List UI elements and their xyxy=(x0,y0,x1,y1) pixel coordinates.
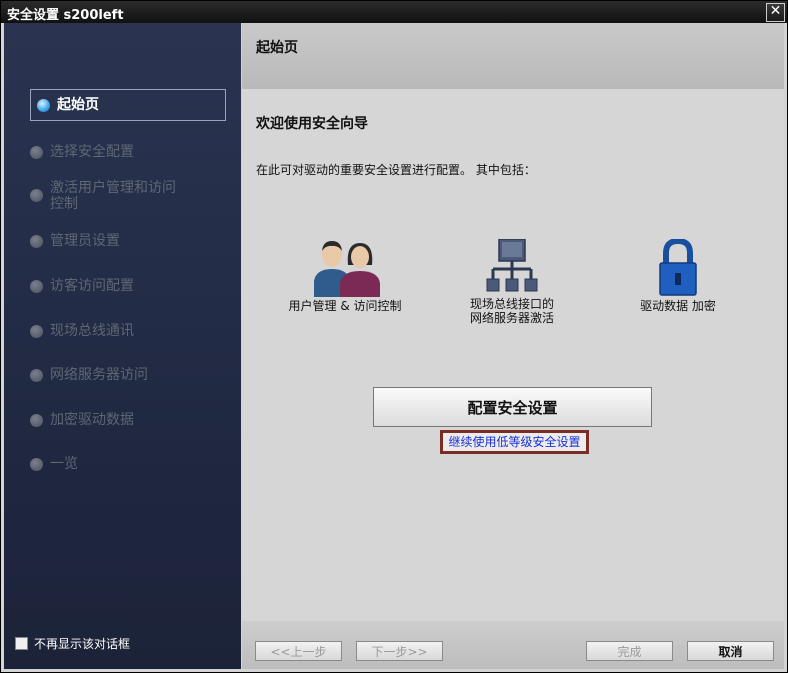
window-title: 安全设置 s200left xyxy=(7,8,124,23)
configure-security-button[interactable]: 配置安全设置 xyxy=(373,387,652,427)
welcome-heading: 欢迎使用安全向导 xyxy=(256,116,368,132)
network-icon xyxy=(486,239,538,292)
feature-label: 现场总线接口的 网络服务器激活 xyxy=(469,297,554,325)
feature-label: 驱动数据 加密 xyxy=(640,299,716,313)
step-encrypt-drive-data: 加密驱动数据 xyxy=(30,412,230,428)
step-label: 网络服务器访问 xyxy=(50,367,148,383)
step-label: 选择安全配置 xyxy=(50,144,134,160)
page-header: 起始页 xyxy=(242,23,784,89)
continue-low-security-link[interactable]: 继续使用低等级安全设置 xyxy=(443,433,586,451)
dont-show-again-checkbox[interactable]: 不再显示该对话框 xyxy=(15,635,130,652)
step-label: 管理员设置 xyxy=(50,233,120,249)
wizard-step-sidebar: 起始页 选择安全配置 激活用户管理和访问控制 管理员设置 访客访问配置 现场总线… xyxy=(4,23,241,669)
security-wizard-window: 安全设置 s200left ✕ 起始页 选择安全配置 激活用户管理和访问控制 管… xyxy=(0,0,788,673)
checkbox-label: 不再显示该对话框 xyxy=(34,637,131,651)
description-text: 在此可对驱动的重要安全设置进行配置。 其中包括： xyxy=(256,163,536,177)
step-label: 访客访问配置 xyxy=(50,278,134,294)
step-status-icon xyxy=(30,458,43,471)
step-admin-settings: 管理员设置 xyxy=(30,233,230,249)
low-security-link-box[interactable]: 继续使用低等级安全设置 xyxy=(440,430,589,454)
step-status-icon xyxy=(30,189,43,202)
step-status-icon xyxy=(30,369,43,382)
step-user-management: 激活用户管理和访问控制 xyxy=(30,180,180,212)
step-label: 加密驱动数据 xyxy=(50,412,134,428)
next-button[interactable]: 下一步>> xyxy=(356,641,443,661)
users-icon xyxy=(314,241,380,297)
page-title: 起始页 xyxy=(256,40,298,56)
step-label: 一览 xyxy=(50,456,78,472)
step-status-icon xyxy=(30,235,43,248)
step-web-server-access: 网络服务器访问 xyxy=(30,367,230,383)
step-select-security-config: 选择安全配置 xyxy=(30,144,230,160)
step-guest-access: 访客访问配置 xyxy=(30,278,230,294)
feature-drive-encryption: 驱动数据 加密 xyxy=(598,239,758,313)
step-label: 现场总线通讯 xyxy=(50,323,134,339)
cancel-button[interactable]: 取消 xyxy=(687,641,774,661)
checkbox-box[interactable] xyxy=(15,637,28,650)
feature-user-management: 用户管理 & 访问控制 xyxy=(265,239,425,313)
previous-button[interactable]: <<上一步 xyxy=(255,641,342,661)
step-label: 起始页 xyxy=(57,97,99,113)
step-status-icon xyxy=(30,325,43,338)
feature-network-server: 现场总线接口的 网络服务器激活 xyxy=(432,239,592,325)
close-button[interactable]: ✕ xyxy=(766,3,785,22)
step-overview: 一览 xyxy=(30,456,230,472)
step-fieldbus-comm: 现场总线通讯 xyxy=(30,323,230,339)
step-status-icon xyxy=(30,414,43,427)
title-bar: 安全设置 s200left ✕ xyxy=(1,1,787,23)
close-icon: ✕ xyxy=(769,3,782,19)
step-label: 激活用户管理和访问控制 xyxy=(50,180,176,212)
lock-icon xyxy=(659,239,697,296)
wizard-footer: <<上一步 下一步>> 完成 取消 xyxy=(242,621,784,669)
feature-label: 用户管理 & 访问控制 xyxy=(288,299,402,313)
main-content: 欢迎使用安全向导 在此可对驱动的重要安全设置进行配置。 其中包括： 用户管理 &… xyxy=(242,89,784,621)
step-start-page[interactable]: 起始页 xyxy=(30,89,226,121)
step-status-icon xyxy=(37,98,50,112)
step-status-icon xyxy=(30,280,43,293)
step-status-icon xyxy=(30,146,43,159)
finish-button[interactable]: 完成 xyxy=(586,641,673,661)
